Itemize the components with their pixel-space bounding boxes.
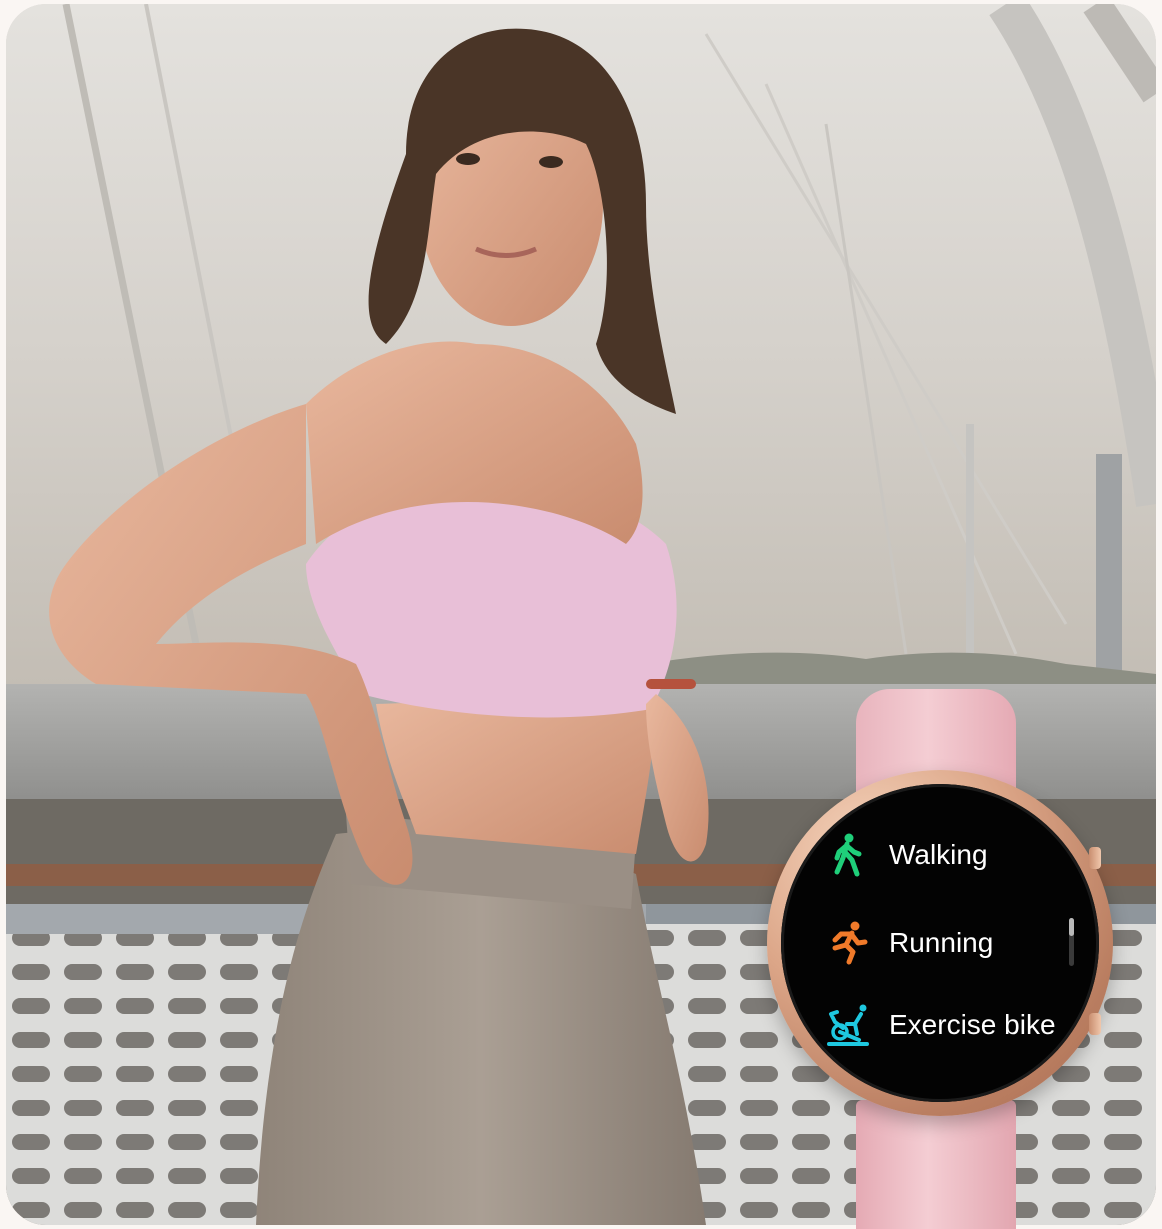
menu-item-running[interactable]: Running [825, 920, 993, 966]
watch-screen: Walking Running Exercise bike [781, 784, 1099, 1102]
scrollbar[interactable] [1069, 918, 1074, 966]
watch-crown-button-top[interactable] [1089, 847, 1101, 869]
running-icon [832, 921, 868, 965]
scrollbar-thumb[interactable] [1069, 918, 1074, 936]
menu-item-exercise-bike[interactable]: Exercise bike [825, 1002, 1056, 1048]
exercise-bike-icon [827, 1004, 869, 1046]
watch-strap-bottom [856, 1100, 1016, 1229]
menu-item-walking[interactable]: Walking [825, 832, 988, 878]
menu-item-label: Running [889, 927, 994, 958]
menu-item-label: Exercise bike [889, 1009, 1056, 1040]
watch-crown-button-bottom[interactable] [1089, 1013, 1101, 1035]
menu-item-label: Walking [889, 839, 988, 870]
walking-icon [834, 833, 862, 877]
